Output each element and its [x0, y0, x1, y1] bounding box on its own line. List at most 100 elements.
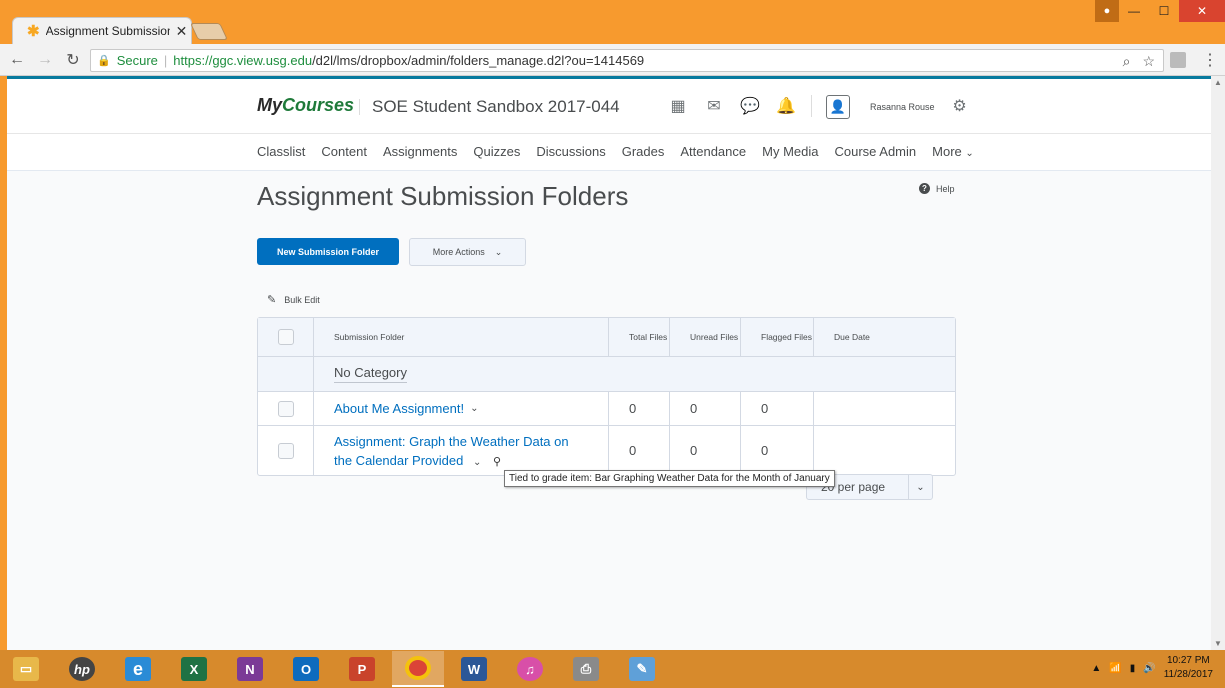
scroll-up-icon[interactable]: ▲ [1211, 78, 1225, 87]
flagged-files-cell: 0 [741, 426, 814, 475]
nav-classlist[interactable]: Classlist [257, 144, 305, 159]
chevron-down-icon: ⌄ [908, 475, 932, 499]
outlook-button[interactable]: O [280, 651, 332, 687]
select-all-cell [258, 318, 314, 356]
onenote-icon: N [237, 657, 263, 681]
battery-icon[interactable]: ▮ [1130, 663, 1136, 674]
clock[interactable]: 10:27 PM 11/28/2017 [1164, 654, 1213, 682]
nav-assignments[interactable]: Assignments [383, 144, 457, 159]
course-selector-icon[interactable]: ▦ [667, 95, 689, 117]
nav-discussions[interactable]: Discussions [536, 144, 605, 159]
paint-button[interactable]: ✎ [616, 651, 668, 687]
flagged-files-cell: 0 [741, 392, 814, 425]
printer-button[interactable]: ⎙ [560, 651, 612, 687]
more-actions-label: More Actions [432, 247, 485, 257]
chrome-icon [405, 656, 431, 680]
tab-title: Assignment Submission F [45, 24, 170, 38]
pencil-icon: ✎ [267, 294, 277, 306]
tab-close-icon[interactable]: ✕ [176, 23, 188, 40]
hp-icon: hp [69, 657, 95, 681]
key-icon[interactable]: ⚲ [493, 456, 501, 468]
bell-icon[interactable]: 🔔 [775, 95, 797, 117]
browser-menu-icon[interactable]: ⋮ [1202, 50, 1218, 70]
scroll-down-icon[interactable]: ▼ [1211, 639, 1225, 648]
volume-icon[interactable]: 🔊 [1143, 663, 1155, 674]
header-flagged-files: Flagged Files [741, 318, 814, 356]
word-button[interactable]: W [448, 651, 500, 687]
browser-tab[interactable]: ✱ Assignment Submission F ✕ [12, 17, 192, 44]
unread-files-cell: 0 [670, 392, 741, 425]
url-path: /d2l/lms/dropbox/admin/folders_manage.d2… [312, 53, 645, 68]
internet-explorer-icon: e [125, 657, 151, 681]
close-window-button[interactable]: ✕ [1179, 0, 1225, 22]
bulk-edit-label: Bulk Edit [284, 294, 320, 305]
help-link[interactable]: ? Help [919, 183, 955, 194]
nav-content[interactable]: Content [321, 144, 367, 159]
bookmark-star-icon[interactable]: ☆ [1142, 53, 1155, 70]
due-date-cell [814, 426, 955, 475]
network-icon[interactable]: 📶 [1109, 663, 1121, 674]
forward-icon[interactable]: → [34, 51, 56, 69]
chevron-down-icon[interactable]: ⌄ [473, 457, 481, 468]
nav-my-media[interactable]: My Media [762, 144, 818, 159]
row-checkbox[interactable] [277, 400, 294, 417]
header-total-files: Total Files [609, 318, 670, 356]
back-icon[interactable]: ← [6, 51, 28, 69]
more-actions-button[interactable]: More Actions ⌄ [409, 238, 526, 266]
profile-icon[interactable]: ● [1095, 0, 1119, 22]
nav-quizzes[interactable]: Quizzes [473, 144, 520, 159]
vertical-scrollbar[interactable]: ▲ ▼ [1211, 76, 1225, 650]
course-navbar: Classlist Content Assignments Quizzes Di… [7, 133, 1211, 171]
reload-icon[interactable]: ↻ [62, 50, 84, 70]
chrome-button[interactable] [392, 651, 444, 687]
nav-course-admin[interactable]: Course Admin [834, 144, 916, 159]
category-label: No Category [334, 365, 407, 383]
powerpoint-button[interactable]: P [336, 651, 388, 687]
folder-link[interactable]: Assignment: Graph the Weather Data on th… [334, 434, 569, 468]
nav-more[interactable]: More ⌄ [932, 144, 974, 159]
row-checkbox[interactable] [277, 442, 294, 459]
help-label: Help [936, 183, 955, 194]
due-date-cell [814, 392, 955, 425]
gear-icon[interactable]: ⚙ [949, 95, 971, 117]
row-check-cell [258, 426, 314, 475]
new-submission-folder-button[interactable]: New Submission Folder [257, 238, 399, 265]
nav-attendance[interactable]: Attendance [680, 144, 746, 159]
paint-icon: ✎ [629, 657, 655, 681]
mail-icon[interactable]: ✉ [703, 95, 725, 117]
row-check-cell [258, 392, 314, 425]
browser-toolbar: ← → ↻ 🔒 Secure | https://ggc.view.usg.ed… [0, 44, 1225, 76]
table-row: About Me Assignment! ⌄ 0 0 0 [258, 392, 955, 426]
minimize-button[interactable]: — [1119, 0, 1149, 22]
folder-link[interactable]: About Me Assignment! [334, 399, 464, 418]
printer-icon: ⎙ [573, 657, 599, 681]
maximize-button[interactable]: ☐ [1149, 0, 1179, 22]
select-all-checkbox[interactable] [277, 329, 294, 345]
total-files-cell: 0 [609, 392, 670, 425]
onenote-button[interactable]: N [224, 651, 276, 687]
favicon-icon: ✱ [27, 23, 40, 40]
tray-chevron-icon[interactable]: ▲ [1091, 663, 1101, 674]
new-tab-button[interactable] [190, 23, 228, 40]
bulk-edit-button[interactable]: ✎ Bulk Edit [267, 293, 320, 306]
username[interactable]: Rasanna Rouse [870, 102, 935, 112]
zoom-icon[interactable]: ⌕ [1123, 53, 1131, 70]
avatar[interactable]: 👤 [826, 95, 850, 119]
course-title[interactable]: SOE Student Sandbox 2017-044 [372, 97, 620, 117]
address-bar[interactable]: 🔒 Secure | https://ggc.view.usg.edu/d2l/… [90, 49, 1164, 72]
nav-grades[interactable]: Grades [622, 144, 665, 159]
url-host: https://ggc.view.usg.edu [173, 53, 313, 68]
chevron-down-icon[interactable]: ⌄ [470, 403, 478, 414]
mycourses-logo[interactable]: MyCourses [257, 95, 354, 116]
file-explorer-button[interactable]: ▭ [0, 651, 52, 687]
hp-button[interactable]: hp [56, 651, 108, 687]
itunes-button[interactable]: ♫ [504, 651, 556, 687]
chevron-down-icon: ⌄ [494, 246, 503, 257]
header-unread-files: Unread Files [670, 318, 741, 356]
page-viewport: MyCourses SOE Student Sandbox 2017-044 ▦… [7, 76, 1211, 650]
excel-button[interactable]: X [168, 651, 220, 687]
ie-button[interactable]: e [112, 651, 164, 687]
category-cell: No Category [314, 357, 407, 391]
chat-icon[interactable]: 💬 [739, 95, 761, 117]
extension-icon[interactable] [1170, 52, 1186, 68]
